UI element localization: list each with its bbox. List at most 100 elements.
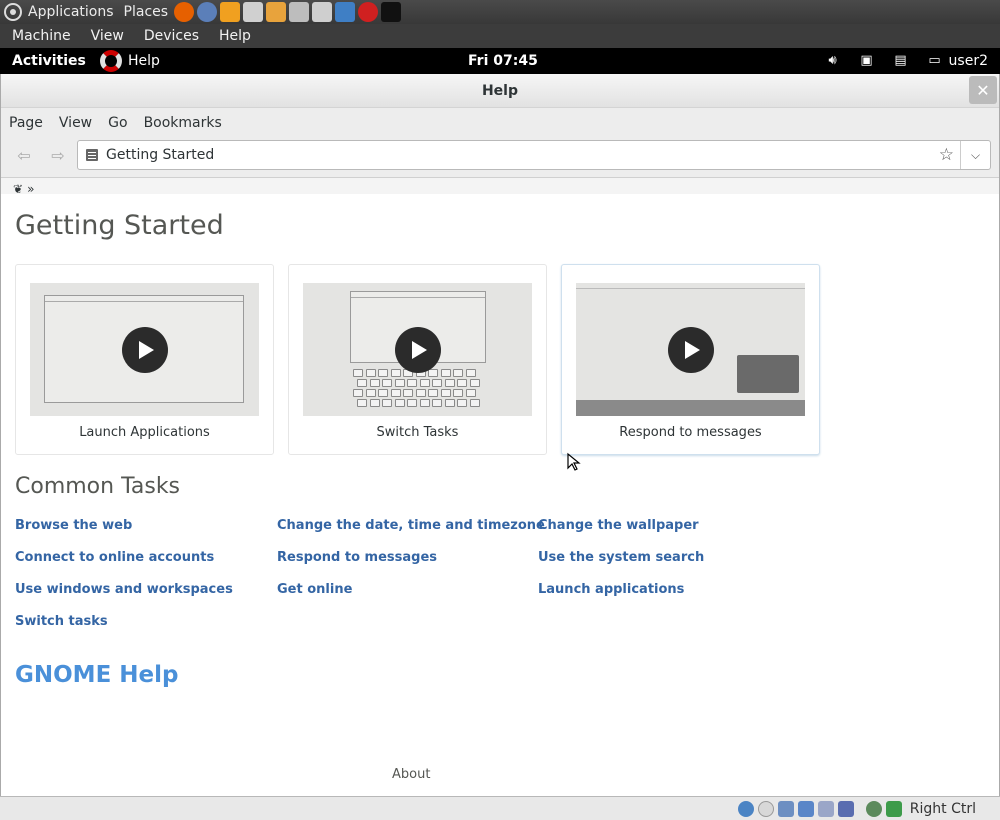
- clipboard-icon[interactable]: ▤: [893, 54, 909, 68]
- play-icon[interactable]: [667, 326, 714, 373]
- location-dropdown-button[interactable]: ⌵: [960, 141, 990, 169]
- host-top-panel: Applications Places: [0, 0, 1000, 24]
- location-entry[interactable]: Getting Started ☆ ⌵: [77, 140, 991, 170]
- keyboard-key: [369, 379, 380, 387]
- gnome-help-link[interactable]: GNOME Help: [15, 662, 178, 688]
- video-capture-icon[interactable]: [837, 800, 854, 817]
- back-arrow-icon: ⇦: [17, 145, 31, 165]
- scanner-icon[interactable]: [289, 2, 310, 22]
- shared-folders-icon[interactable]: [797, 800, 814, 817]
- thunderbird-icon[interactable]: [197, 2, 218, 22]
- app-menu-label: Help: [128, 53, 160, 69]
- keyboard-key: [353, 369, 363, 377]
- mouse-cursor-icon: [567, 452, 581, 471]
- keyboard-key: [378, 369, 388, 377]
- vm-menu-view[interactable]: View: [91, 28, 124, 44]
- keyboard-key: [457, 399, 467, 407]
- video-card-launch-applications[interactable]: Launch Applications: [15, 264, 274, 455]
- task-link-launch-applications[interactable]: Launch applications: [538, 582, 684, 597]
- cmdt-icon[interactable]: [220, 2, 241, 22]
- keyboard-key: [469, 399, 480, 407]
- keyboard-key: [465, 389, 476, 397]
- user-menu[interactable]: ▭ user2: [927, 53, 988, 69]
- task-link-switch-tasks[interactable]: Switch tasks: [15, 614, 108, 629]
- places-menu[interactable]: Places: [124, 4, 169, 20]
- close-button[interactable]: ✕: [969, 76, 997, 104]
- text-editor-icon[interactable]: [243, 2, 264, 22]
- applications-menu[interactable]: Applications: [28, 4, 114, 20]
- keyboard-key: [353, 389, 363, 397]
- optical-drive-icon[interactable]: [757, 800, 774, 817]
- menu-go[interactable]: Go: [108, 115, 127, 131]
- debian-icon[interactable]: [358, 2, 379, 22]
- vm-status-bar: Right Ctrl: [0, 796, 1000, 820]
- gnome-shell-top-bar: Activities Help Fri 07:45 🔊︎ ▣ ▤ ▭ user2: [0, 48, 1000, 74]
- hard-disk-icon[interactable]: [737, 800, 754, 817]
- task-link-connect-online-accounts[interactable]: Connect to online accounts: [15, 550, 214, 565]
- video-card-respond-to-messages[interactable]: Respond to messages: [561, 264, 820, 455]
- message-tray-illustration: [576, 400, 805, 416]
- ubuntu-logo-icon[interactable]: [4, 3, 22, 21]
- network-adapter-icon[interactable]: [865, 800, 882, 817]
- about-link[interactable]: About: [392, 767, 430, 782]
- keyboard-key: [457, 379, 467, 387]
- play-icon[interactable]: [394, 326, 441, 373]
- bookmark-star-icon[interactable]: ☆: [939, 145, 954, 165]
- keyboard-key: [382, 379, 392, 387]
- task-link-browse-the-web[interactable]: Browse the web: [15, 518, 132, 533]
- menu-view[interactable]: View: [59, 115, 92, 131]
- vm-menu-devices[interactable]: Devices: [144, 28, 199, 44]
- task-link-windows-workspaces[interactable]: Use windows and workspaces: [15, 582, 233, 597]
- keyboard-key: [444, 379, 455, 387]
- virtualbox-icon[interactable]: [335, 2, 356, 22]
- chevron-down-icon: ⌵: [970, 147, 981, 162]
- mock-top-bar: [351, 292, 485, 298]
- keyboard-key: [419, 399, 430, 407]
- display-icon[interactable]: [817, 800, 834, 817]
- folder-icon[interactable]: [266, 2, 287, 22]
- usb-icon[interactable]: [777, 800, 794, 817]
- video-cards: Launch Applications Switch Tasks Respond…: [15, 264, 820, 455]
- mouse-integration-icon[interactable]: [885, 800, 902, 817]
- keyboard-key: [357, 399, 367, 407]
- vm-menu-help[interactable]: Help: [219, 28, 251, 44]
- common-tasks-heading: Common Tasks: [15, 474, 181, 499]
- activities-button[interactable]: Activities: [0, 53, 100, 69]
- help-window: Help ✕ Page View Go Bookmarks ⇦ ⇨ Gettin…: [0, 74, 1000, 796]
- forward-button[interactable]: ⇨: [43, 143, 73, 167]
- clock[interactable]: Fri 07:45: [468, 53, 538, 69]
- keyboard-key: [365, 369, 376, 377]
- network-icon[interactable]: ▣: [859, 54, 875, 68]
- volume-icon[interactable]: 🔊︎: [825, 54, 841, 68]
- close-icon: ✕: [976, 80, 990, 100]
- menu-page[interactable]: Page: [9, 115, 43, 131]
- back-button[interactable]: ⇦: [9, 143, 39, 167]
- window-titlebar[interactable]: Help ✕: [1, 74, 999, 108]
- task-link-wallpaper[interactable]: Change the wallpaper: [538, 518, 699, 533]
- video-thumbnail: [303, 283, 532, 416]
- camera-icon[interactable]: [312, 2, 333, 22]
- task-link-date-time[interactable]: Change the date, time and timezone: [277, 518, 545, 533]
- app-menu-button[interactable]: Help: [100, 50, 160, 72]
- video-card-label: Respond to messages: [619, 425, 762, 440]
- task-link-get-online[interactable]: Get online: [277, 582, 352, 597]
- terminal-icon[interactable]: [381, 2, 402, 22]
- task-link-system-search[interactable]: Use the system search: [538, 550, 704, 565]
- task-link-respond-messages[interactable]: Respond to messages: [277, 550, 437, 565]
- video-card-switch-tasks[interactable]: Switch Tasks: [288, 264, 547, 455]
- vm-menu-machine[interactable]: Machine: [12, 28, 71, 44]
- app-menubar: Page View Go Bookmarks: [1, 111, 999, 135]
- keyboard-key: [469, 379, 480, 387]
- keyboard-key: [419, 379, 430, 387]
- host-key-label: Right Ctrl: [909, 800, 976, 817]
- play-icon[interactable]: [121, 326, 168, 373]
- firefox-icon[interactable]: [174, 2, 195, 22]
- keyboard-key: [390, 389, 401, 397]
- keyboard-key: [415, 389, 426, 397]
- keyboard-key: [432, 399, 442, 407]
- launcher-strip: [174, 2, 402, 22]
- video-thumbnail: [576, 283, 805, 416]
- menu-bookmarks[interactable]: Bookmarks: [144, 115, 222, 131]
- keyboard-key: [382, 399, 392, 407]
- keyboard-key: [453, 389, 463, 397]
